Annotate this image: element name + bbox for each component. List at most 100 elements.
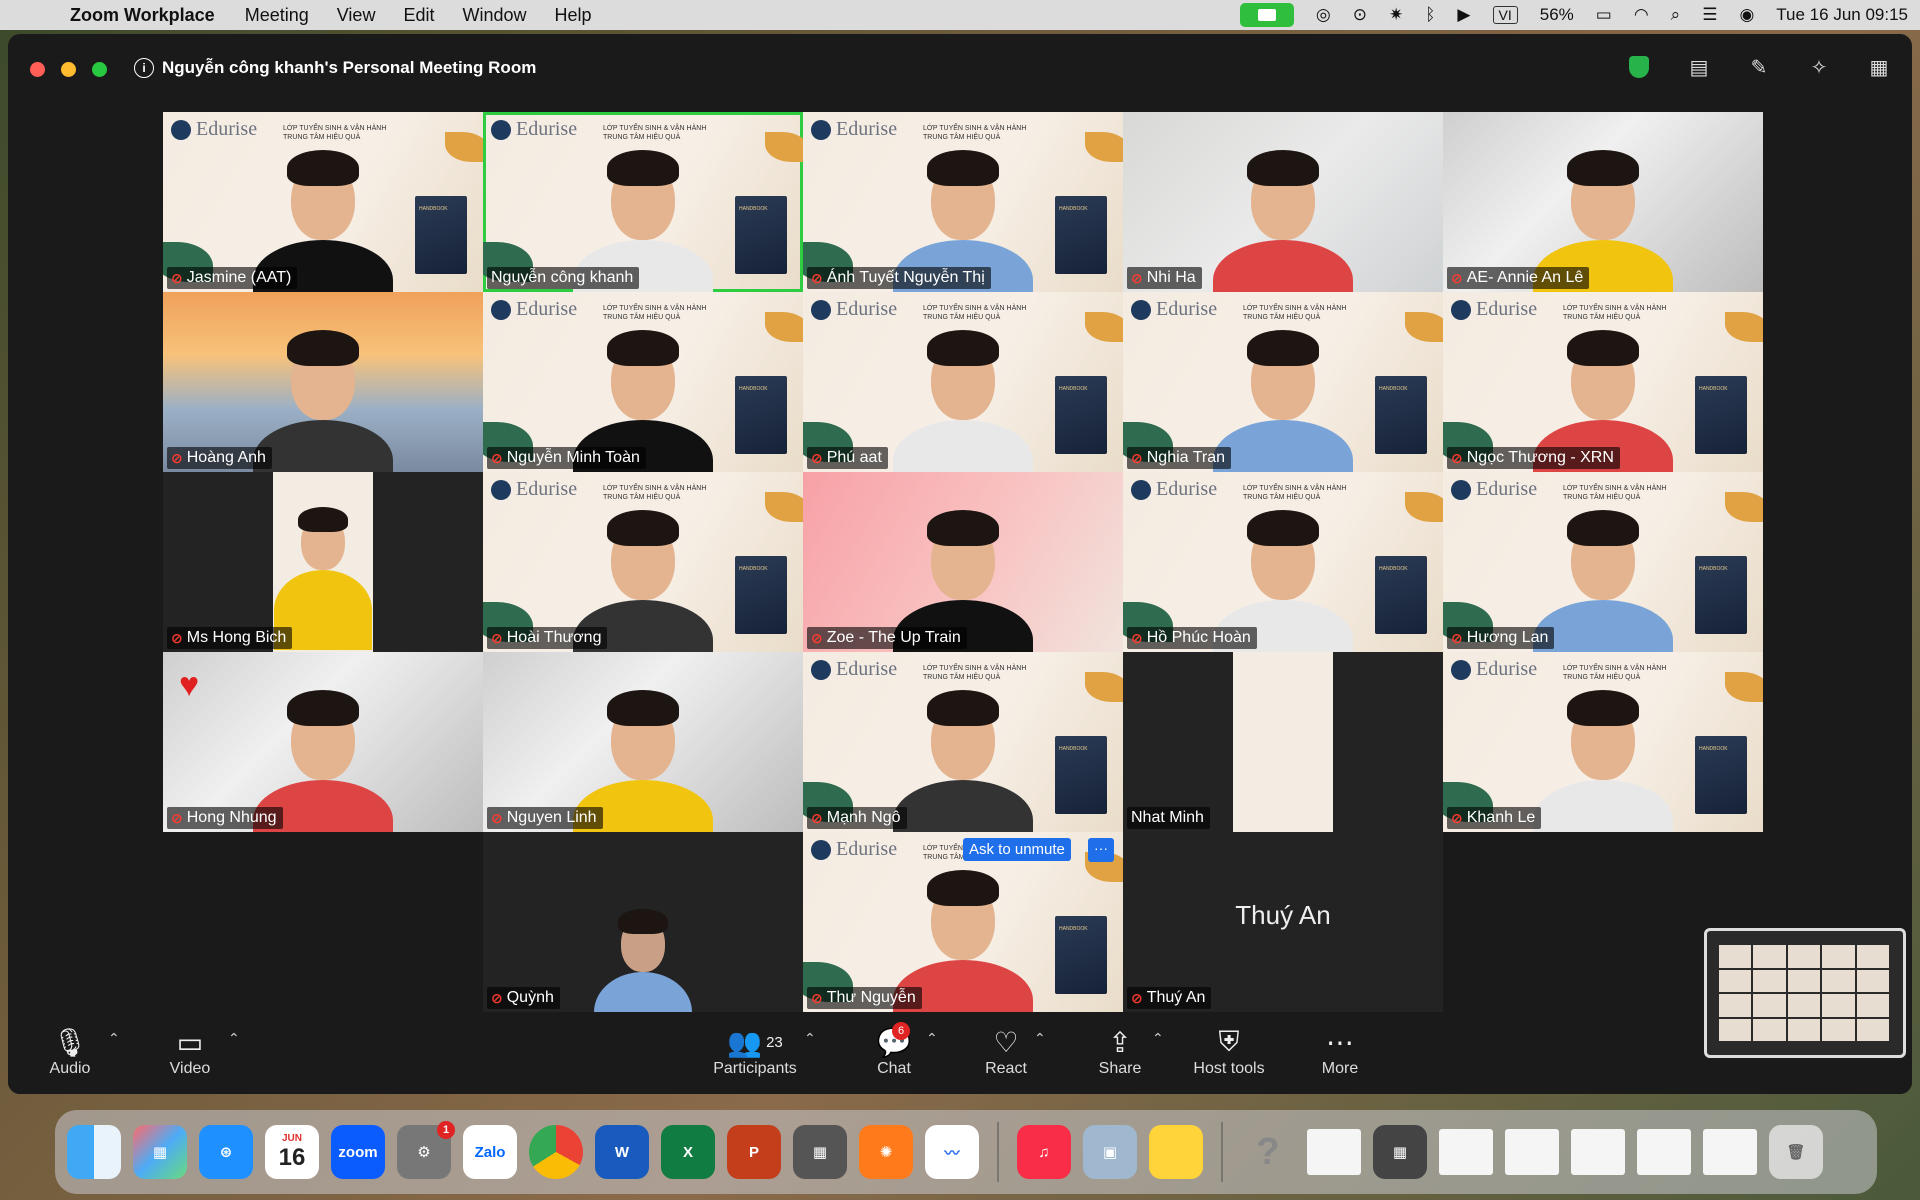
chrome-icon[interactable]	[529, 1125, 583, 1179]
battery-percent[interactable]: 56%	[1540, 5, 1574, 25]
view-grid-icon[interactable]: ▦	[1866, 54, 1892, 80]
system-settings-icon[interactable]: ⚙ 1	[397, 1121, 455, 1179]
control-center-icon[interactable]: ☰	[1702, 5, 1717, 25]
recent-document-5[interactable]	[1637, 1129, 1691, 1175]
clock[interactable]: Tue 16 Jun 09:15	[1776, 5, 1908, 25]
participant-tile-zoe-the-up-train[interactable]: ⊘ Zoe - The Up Train	[803, 472, 1123, 652]
security-shield-icon[interactable]	[1626, 54, 1652, 80]
trash-icon[interactable]: 🗑	[1769, 1125, 1823, 1179]
safari-icon[interactable]: ⊛	[199, 1125, 253, 1179]
recent-document-4[interactable]	[1571, 1129, 1625, 1175]
bluetooth-icon[interactable]: ᛒ	[1425, 5, 1435, 25]
menu-edit[interactable]: Edit	[403, 5, 434, 26]
excel-icon[interactable]: X	[661, 1125, 715, 1179]
more-button[interactable]: ⋯ More	[1310, 1024, 1370, 1078]
creative-cloud-icon[interactable]: ◎	[1316, 5, 1331, 25]
participant-tile-ho-phuc-hoan[interactable]: Edurise LỚP TUYỂN SINH & VẬN HÀNH TRUNG TÂ…	[1123, 472, 1443, 652]
chat-button[interactable]: 💬 6 Chat	[864, 1022, 924, 1078]
camera-in-use-icon[interactable]	[1239, 3, 1294, 27]
photo-app-icon[interactable]: ✺	[859, 1125, 913, 1179]
muted-mic-icon: ⊘	[811, 989, 823, 1006]
muted-mic-icon: ⊘	[171, 809, 183, 826]
participant-tile-anh-tuyet-nguyen-thi[interactable]: Edurise LỚP TUYỂN SINH & VẬN HÀNH TRUNG TÂ…	[803, 112, 1123, 292]
calculator-icon[interactable]: ▦	[793, 1125, 847, 1179]
recent-document-2[interactable]	[1439, 1129, 1493, 1175]
participant-tile-nhi-ha[interactable]: ⊘ Nhi Ha	[1123, 112, 1443, 292]
battery-icon[interactable]: ▭	[1596, 5, 1612, 25]
share-label: Share	[1098, 1060, 1142, 1077]
play-icon[interactable]: ▶	[1457, 5, 1470, 25]
word-icon[interactable]: W	[595, 1125, 649, 1179]
preview-icon[interactable]: ▣	[1083, 1125, 1137, 1179]
menu-help[interactable]: Help	[555, 5, 592, 26]
participant-tile-hoang-anh[interactable]: ⊘ Hoàng Anh	[163, 292, 483, 472]
menu-window[interactable]: Window	[462, 5, 526, 26]
chat-options-caret[interactable]: ⌃	[926, 1030, 938, 1047]
annotate-pencil-icon[interactable]: ✎	[1746, 54, 1772, 80]
react-options-caret[interactable]: ⌃	[1034, 1030, 1046, 1047]
info-icon[interactable]: i	[134, 58, 154, 78]
input-source-indicator[interactable]: VI	[1492, 6, 1518, 24]
close-window-button[interactable]	[30, 62, 45, 77]
participant-tile-thu-nguyen[interactable]: EduriseLỚP TUYỂN SINH & VẬN HÀNHTRUNG TÂ…	[803, 832, 1123, 1012]
handbook-image: HANDBOOK	[1055, 196, 1107, 274]
recent-document-6[interactable]	[1703, 1129, 1757, 1175]
participant-tile-ae-annie-an-le[interactable]: ⊘ AE- Annie An Lê	[1443, 112, 1763, 292]
participant-tile-ngoc-thuong-xrn[interactable]: Edurise LỚP TUYỂN SINH & VẬN HÀNH TRUNG TÂ…	[1443, 292, 1763, 472]
participant-tile-jasmine-aat[interactable]: Edurise LỚP TUYỂN SINH & VẬN HÀNH TRUNG TÂ…	[163, 112, 483, 292]
participant-tile-thuy-an[interactable]: Thuý An ⊘ Thuý An	[1123, 832, 1443, 1012]
notes-icon[interactable]: ▤	[1686, 54, 1712, 80]
participant-tile-hoai-thuong[interactable]: Edurise LỚP TUYỂN SINH & VẬN HÀNH TRUNG TÂ…	[483, 472, 803, 652]
participant-tile-khanh-le[interactable]: Edurise LỚP TUYỂN SINH & VẬN HÀNH TRUNG TÂ…	[1443, 652, 1763, 832]
video-button[interactable]: ▭ Video	[160, 1024, 220, 1078]
video-options-caret[interactable]: ⌃	[228, 1030, 240, 1047]
ask-to-unmute-button[interactable]: Ask to unmute	[963, 838, 1071, 861]
zoom-app-icon[interactable]: zoom	[331, 1125, 385, 1179]
react-button[interactable]: ♡ React	[976, 1024, 1036, 1078]
question-mark-icon[interactable]: ?	[1241, 1125, 1295, 1179]
search-icon[interactable]: ⌕	[1671, 5, 1681, 25]
participant-tile-nhat-minh[interactable]: Nhat Minh	[1123, 652, 1443, 832]
tile-more-options-button[interactable]: ···	[1088, 838, 1114, 862]
recent-document-3[interactable]	[1505, 1129, 1559, 1175]
zalo-icon[interactable]: Zalo	[463, 1125, 517, 1179]
participant-tile-nguyen-minh-toan[interactable]: Edurise LỚP TUYỂN SINH & VẬN HÀNH TRUNG TÂ…	[483, 292, 803, 472]
participant-tile-nguyen-linh[interactable]: ⊘ Nguyen Linh	[483, 652, 803, 832]
powerpoint-icon[interactable]: P	[727, 1125, 781, 1179]
participant-tile-ms-hong-bich[interactable]: ⊘ Ms Hong Bich	[163, 472, 483, 652]
self-view-thumbnail[interactable]	[1704, 928, 1906, 1058]
notes-app-icon[interactable]	[1149, 1125, 1203, 1179]
audio-button[interactable]: 🎙 Audio	[40, 1024, 100, 1078]
ai-companion-icon[interactable]: ✧	[1806, 54, 1832, 80]
handbook-image: HANDBOOK	[735, 376, 787, 454]
participant-tile-manh-ngo[interactable]: Edurise LỚP TUYỂN SINH & VẬN HÀNH TRUNG TÂ…	[803, 652, 1123, 832]
participants-options-caret[interactable]: ⌃	[804, 1030, 816, 1047]
host-tools-button[interactable]: ⛨ Host tools	[1184, 1024, 1274, 1078]
audio-options-caret[interactable]: ⌃	[108, 1030, 120, 1047]
menu-view[interactable]: View	[337, 5, 376, 26]
participant-tile-nghia-tran[interactable]: Edurise LỚP TUYỂN SINH & VẬN HÀNH TRUNG TÂ…	[1123, 292, 1443, 472]
participant-tile-hong-nhung[interactable]: ♥ ⊘ Hong Nhung	[163, 652, 483, 832]
wifi-icon[interactable]: ◠	[1634, 5, 1649, 25]
minimize-window-button[interactable]	[61, 62, 76, 77]
participant-tile-quynh[interactable]: ⊘ Quỳnh	[483, 832, 803, 1012]
finder-icon[interactable]	[67, 1125, 121, 1179]
participant-tile-huong-lan[interactable]: Edurise LỚP TUYỂN SINH & VẬN HÀNH TRUNG TÂ…	[1443, 472, 1763, 652]
participants-button[interactable]: 👥 23 Participants	[700, 1024, 810, 1078]
zoom-menubar-icon[interactable]: ⊙	[1353, 5, 1367, 25]
calculator-doc-icon[interactable]: ▦	[1373, 1125, 1427, 1179]
siri-icon[interactable]: ◉	[1739, 5, 1754, 25]
menu-meeting[interactable]: Meeting	[245, 5, 309, 26]
brightness-icon[interactable]: ✷	[1389, 5, 1403, 25]
participant-tile-phu-aat[interactable]: Edurise LỚP TUYỂN SINH & VẬN HÀNH TRUNG TÂ…	[803, 292, 1123, 472]
share-options-caret[interactable]: ⌃	[1152, 1030, 1164, 1047]
calendar-icon[interactable]: JUN 16	[265, 1125, 319, 1179]
participant-tile-nguyen-cong-khanh[interactable]: Edurise LỚP TUYỂN SINH & VẬN HÀNH TRUNG TÂ…	[483, 112, 803, 292]
freeform-icon[interactable]: 〰	[925, 1125, 979, 1179]
launchpad-icon[interactable]: ▦	[133, 1125, 187, 1179]
share-button[interactable]: ⇪ Share	[1090, 1024, 1150, 1078]
app-menu[interactable]: Zoom Workplace	[70, 5, 215, 26]
music-icon[interactable]: ♫	[1017, 1125, 1071, 1179]
recent-document-1[interactable]	[1307, 1129, 1361, 1175]
fullscreen-window-button[interactable]	[92, 62, 107, 77]
